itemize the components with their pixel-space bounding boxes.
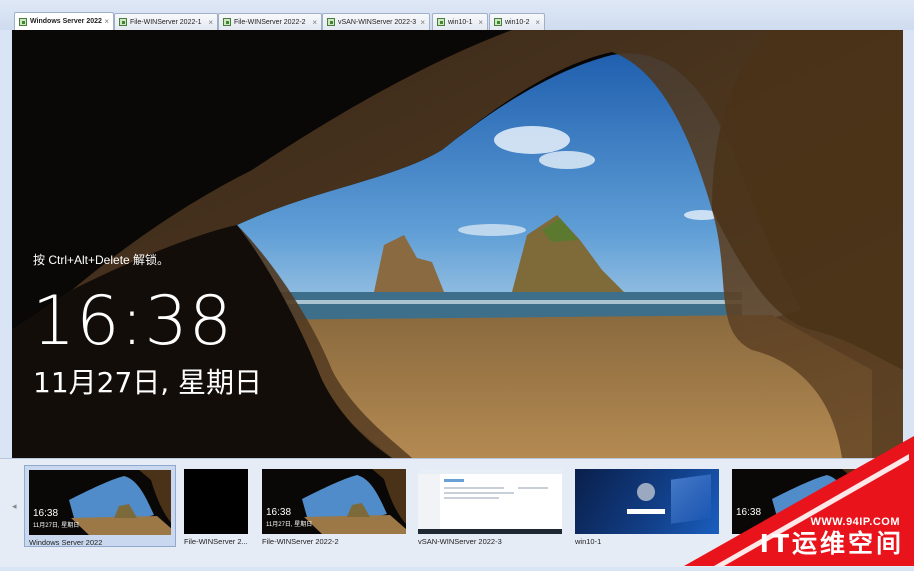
vm-icon bbox=[223, 18, 231, 26]
lock-hint-text: 按 Ctrl+Alt+Delete 解锁。 bbox=[33, 253, 170, 267]
vm-icon bbox=[327, 18, 335, 26]
thumbnail-date: 11月27日, 星期日 bbox=[33, 523, 80, 529]
vm-icon bbox=[437, 18, 445, 26]
tab-label: win10-2 bbox=[505, 18, 530, 26]
tab-win10-2[interactable]: win10-2 × bbox=[489, 13, 545, 30]
thumbnail-preview bbox=[184, 469, 248, 534]
thumbnail-windows-server-2022[interactable]: 16:38 11月27日, 星期日 Windows Server 2022 bbox=[24, 465, 176, 547]
desktop-thumbnail bbox=[418, 469, 562, 534]
vm-icon bbox=[119, 18, 127, 26]
close-icon[interactable]: × bbox=[104, 17, 109, 26]
watermark-name: IT运维空间 bbox=[759, 529, 904, 558]
close-icon[interactable]: × bbox=[208, 18, 213, 27]
site-watermark: WWW.94IP.COM IT运维空间 bbox=[684, 436, 914, 566]
tab-label: Windows Server 2022 bbox=[30, 18, 102, 25]
close-icon[interactable]: × bbox=[535, 18, 540, 27]
tab-file-winserver-2022-2[interactable]: File-WINServer 2022-2 × bbox=[218, 13, 322, 30]
thumbnail-time: 16:38 bbox=[33, 508, 59, 519]
close-icon[interactable]: × bbox=[420, 18, 425, 27]
thumbnail-preview: 16:38 11月27日, 星期日 bbox=[29, 470, 171, 535]
password-box bbox=[627, 509, 665, 514]
thumbnail-caption: File-WINServer 2... bbox=[184, 537, 248, 546]
vm-console[interactable]: 按 Ctrl+Alt+Delete 解锁。 16:38 11月27日, 星期日 bbox=[12, 30, 903, 458]
tab-label: File-WINServer 2022-1 bbox=[130, 18, 202, 26]
thumbnail-vsan-winserver-2022-3[interactable]: vSAN-WINServer 2022-3 bbox=[414, 465, 566, 547]
tab-label: vSAN-WINServer 2022-3 bbox=[338, 18, 417, 26]
vm-icon bbox=[19, 17, 27, 26]
thumbnail-preview: 16:38 11月27日, 星期日 bbox=[262, 469, 406, 534]
vm-icon bbox=[494, 18, 502, 26]
lock-date: 11月27日, 星期日 bbox=[33, 366, 263, 399]
tab-vsan-winserver-2022-3[interactable]: vSAN-WINServer 2022-3 × bbox=[322, 13, 430, 30]
thumbnail-file-winserver-2022-2[interactable]: 16:38 11月27日, 星期日 File-WINServer 2022-2 bbox=[258, 465, 410, 547]
vm-tab-bar: Windows Server 2022 × File-WINServer 202… bbox=[0, 0, 914, 30]
thumbnail-caption: vSAN-WINServer 2022-3 bbox=[418, 537, 502, 546]
thumbnail-file-winserver-2022-1[interactable]: File-WINServer 2... bbox=[180, 465, 252, 547]
tab-label: win10-1 bbox=[448, 18, 473, 26]
lock-time: 16:38 bbox=[32, 282, 233, 361]
thumbnail-caption: Windows Server 2022 bbox=[29, 538, 103, 547]
thumbnail-caption: File-WINServer 2022-2 bbox=[262, 537, 339, 546]
tab-win10-1[interactable]: win10-1 × bbox=[432, 13, 488, 30]
scroll-left-icon[interactable]: ◂ bbox=[12, 501, 17, 512]
close-icon[interactable]: × bbox=[478, 18, 483, 27]
tab-file-winserver-2022-1[interactable]: File-WINServer 2022-1 × bbox=[114, 13, 218, 30]
thumbnail-time: 16:38 bbox=[266, 507, 292, 518]
thumbnail-preview bbox=[418, 469, 562, 534]
thumbnail-date: 11月27日, 星期日 bbox=[266, 522, 313, 528]
user-avatar-icon bbox=[637, 483, 655, 501]
close-icon[interactable]: × bbox=[312, 18, 317, 27]
tab-label: File-WINServer 2022-2 bbox=[234, 18, 306, 26]
tab-windows-server-2022[interactable]: Windows Server 2022 × bbox=[14, 12, 114, 30]
